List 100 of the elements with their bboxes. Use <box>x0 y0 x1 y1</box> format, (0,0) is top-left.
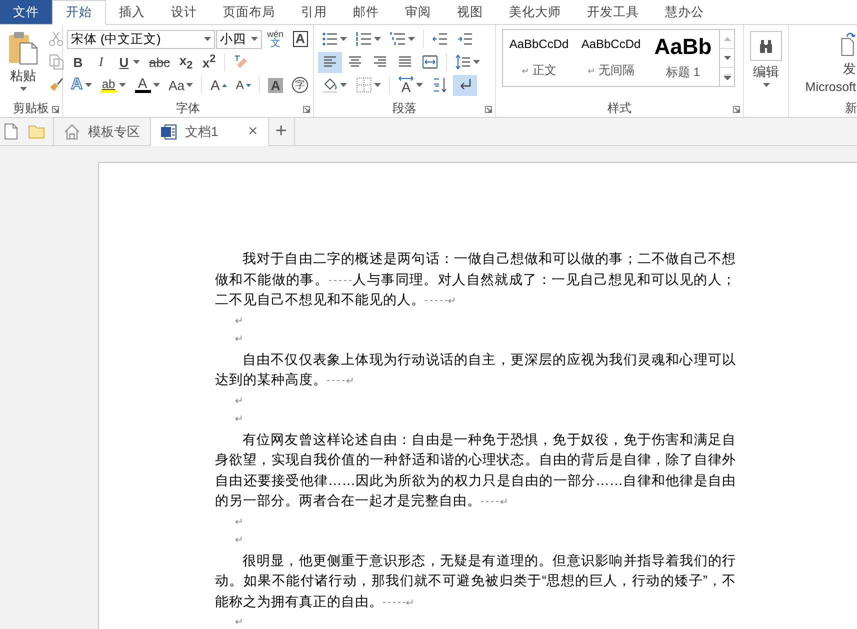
borders-icon <box>356 77 372 93</box>
down-triangle-icon <box>246 84 251 86</box>
ribbon-tab[interactable]: 引用 <box>288 0 340 24</box>
caret-icon <box>133 60 140 64</box>
underline-button[interactable]: U <box>113 52 144 72</box>
paint-bucket-icon <box>322 77 338 93</box>
folder-icon <box>28 124 45 138</box>
style-name[interactable]: 标题 1 <box>666 64 700 82</box>
italic-button[interactable]: I <box>90 52 112 72</box>
character-shading-button[interactable]: A <box>264 74 288 96</box>
paragraph-mark: ↵ <box>234 413 244 427</box>
group-label: 新 <box>845 100 857 117</box>
document-icon <box>4 123 18 140</box>
copy-icon <box>48 54 64 70</box>
caret-icon <box>118 83 126 87</box>
ribbon-tab[interactable]: 慧办公 <box>652 0 717 24</box>
shrink-font-button[interactable]: A <box>232 74 255 96</box>
send-button[interactable]: 发 Microsoft <box>804 25 857 95</box>
dialog-launcher-icon <box>303 106 310 113</box>
font-size-field[interactable]: 小四 <box>216 30 262 48</box>
ribbon-tab[interactable]: 邮件 <box>340 0 392 24</box>
font-color-button[interactable]: A <box>130 74 164 96</box>
ribbon-tab[interactable]: 插入 <box>106 0 158 24</box>
ribbon-tab[interactable]: 美化大师 <box>496 0 574 24</box>
paragraph-mark: ↵ <box>234 616 244 629</box>
ribbon-tab[interactable]: 开始 <box>52 0 106 25</box>
style-name[interactable]: ↵ 无间隔 <box>588 62 634 79</box>
dialog-launcher-icon <box>485 106 492 113</box>
document-tab[interactable]: 文档1 × <box>151 118 269 146</box>
sup-button[interactable]: x$^{2}$ <box>198 52 220 72</box>
ribbon-tab[interactable]: 视图 <box>444 0 496 24</box>
change-case-button[interactable]: Aa <box>164 74 198 96</box>
font-name-field[interactable]: 宋体 (中文正文) <box>67 30 215 48</box>
ribbon-tab[interactable]: 开发工具 <box>574 0 652 24</box>
group-label: 样式 <box>608 100 632 117</box>
scroll-down-icon <box>724 56 730 60</box>
editing-button[interactable]: 编辑 <box>746 28 786 100</box>
show-marks-button[interactable] <box>453 74 477 96</box>
sub-button[interactable]: x$_{2}$ <box>174 52 197 72</box>
word-document-icon <box>161 124 177 140</box>
new-tab-button[interactable]: + <box>268 118 295 145</box>
strike-button[interactable]: abc <box>145 52 174 72</box>
file-tab[interactable]: 文件 <box>0 0 52 24</box>
highlight-button[interactable]: ab <box>96 74 130 96</box>
caret-icon <box>374 37 381 41</box>
caret-icon <box>152 83 160 87</box>
ribbon-tab[interactable]: 页面布局 <box>210 0 288 24</box>
paragraph-mark: ↵ <box>234 534 244 548</box>
double-arrow-icon <box>398 76 414 81</box>
grow-font-button[interactable]: A <box>206 74 231 96</box>
decrease-indent-icon <box>432 31 448 47</box>
ribbon-tab[interactable]: 设计 <box>158 0 210 24</box>
character-scaling-button[interactable]: A <box>394 74 427 96</box>
paragraph: 有位网友曾这样论述自由：自由是一种免于恐惧，免于奴役，免于伤害和满足自身欲望，实现自我价值的一种舒适和谐的心理状态。自由的背后是自律，除了自律外自由还要接受他律……因此为所欲为的权力只是自由的一部分……自律和他律是自由的另一部分。两者合在一起才是完整自由。 ↵ <box>215 430 736 510</box>
caret-icon <box>340 37 347 41</box>
binoculars-icon <box>758 38 774 54</box>
group-label: 剪贴板 <box>13 100 49 117</box>
scroll-up-icon <box>724 37 730 41</box>
eraser-icon <box>232 54 249 70</box>
group-label: 字体 <box>176 100 200 117</box>
ribbon-tab[interactable]: 审阅 <box>392 0 444 24</box>
paragraph: 很明显，他更侧重于意识形态，无疑是有道理的。但意识影响并指导着我们的行动。如果不能付诸行动，那我们就不可避免被归类于“思想的巨人，行动的矮子”，不能称之为拥有真正的自由。 ↵ <box>215 552 736 610</box>
align-distributed-icon <box>422 54 438 70</box>
caret-icon <box>340 83 347 87</box>
style-preview[interactable]: AaBbCcDd <box>509 37 569 52</box>
color-bar-icon <box>134 90 151 93</box>
caret-icon <box>186 83 194 87</box>
paragraph-mark: ↵ <box>234 394 244 408</box>
paste-button[interactable]: 粘贴 <box>4 28 42 100</box>
paragraph: 我对于自由二字的概述是两句话：一做自己想做和可以做的事；二不做自己不想做和不能做的事。 人与事同理。对人自然就成了：一见自己想见和可以见的人；二不见自己不想见和不能见的人。 ↵ <box>215 250 736 309</box>
caret-icon <box>762 83 770 87</box>
close-button[interactable]: × <box>248 123 258 141</box>
home-icon <box>64 124 80 140</box>
paragraph-mark: ↵ <box>234 333 244 347</box>
caret-icon <box>20 87 26 91</box>
new-document-button[interactable] <box>4 123 18 140</box>
style-preview[interactable]: AaBb <box>654 34 712 59</box>
caret-icon <box>251 37 258 41</box>
numbered-list-icon <box>356 31 372 47</box>
text-effects-button[interactable]: A <box>67 74 96 96</box>
caret-icon <box>84 83 92 87</box>
align-left-button[interactable] <box>318 52 342 72</box>
caret-icon <box>473 60 480 64</box>
group-label: 段落 <box>392 100 416 117</box>
bold-button[interactable]: B <box>67 52 89 72</box>
bullet-list-icon <box>322 31 338 47</box>
dialog-launcher-icon <box>52 106 59 113</box>
clipboard-icon <box>8 31 38 65</box>
caret-icon <box>416 83 423 87</box>
brush-icon <box>48 76 64 92</box>
line-spacing-icon <box>455 54 471 70</box>
phonetic-guide-button[interactable]: wén 文 <box>263 28 288 50</box>
caret-icon <box>204 37 211 41</box>
caret-icon <box>408 37 415 41</box>
more-icon <box>724 74 730 80</box>
style-name[interactable]: ↵ 正文 <box>522 62 556 79</box>
multilevel-list-icon <box>390 31 406 47</box>
style-preview[interactable]: AaBbCcDd <box>581 37 641 52</box>
paragraph: 自由不仅仅表象上体现为行动说话的自主，更深层的应视为我们灵魂和心理可以达到的某种高度。 ↵ <box>215 350 736 389</box>
scissors-icon <box>48 30 64 46</box>
